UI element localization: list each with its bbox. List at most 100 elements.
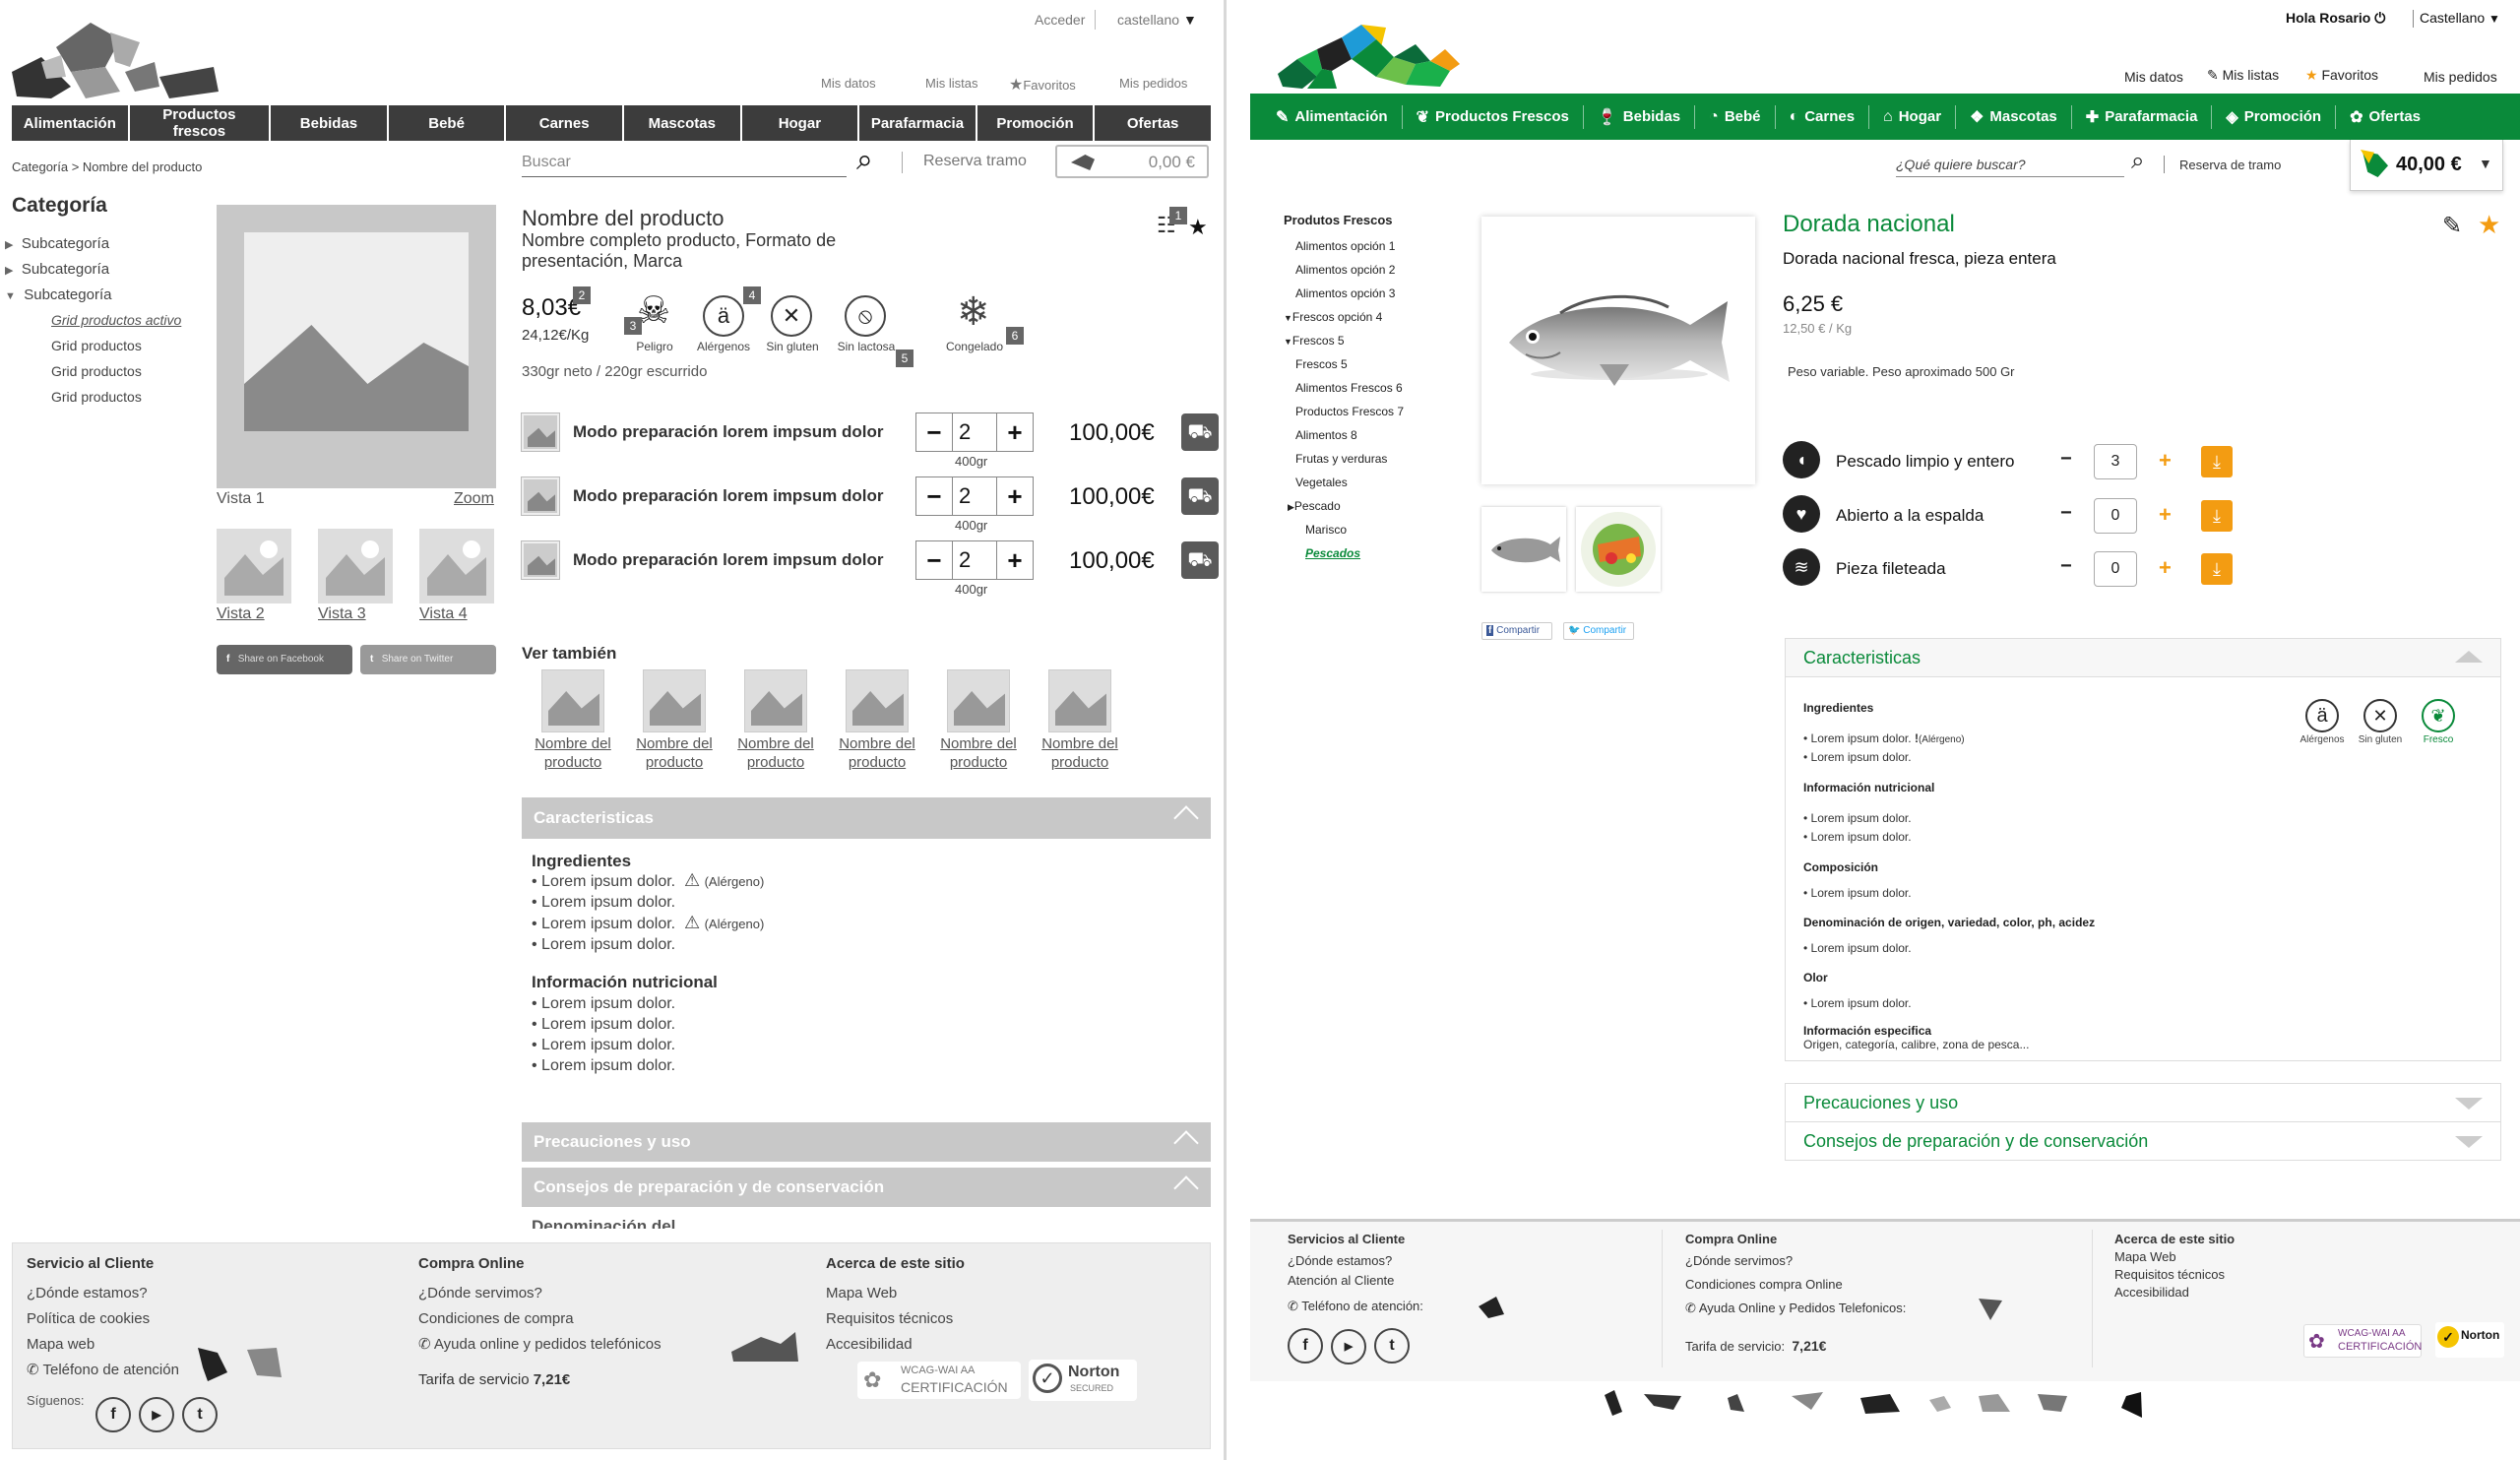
footer-link[interactable]: Mapa web bbox=[27, 1332, 179, 1358]
youtube-icon[interactable]: ▶ bbox=[1331, 1329, 1366, 1365]
norton-badge[interactable]: ✓ Norton bbox=[2435, 1322, 2504, 1358]
nav-mascotas[interactable]: Mascotas bbox=[624, 105, 742, 141]
grid-productos-link[interactable]: Grid productos bbox=[51, 336, 142, 356]
quantity-stepper[interactable]: −2 + bbox=[915, 540, 1034, 580]
sidebar-item[interactable]: ▶Pescado bbox=[1288, 499, 1341, 513]
add-to-cart-button[interactable]: ⤓ bbox=[2201, 446, 2233, 477]
sidebar-item-active[interactable]: Pescados bbox=[1305, 546, 1360, 560]
nav-ofertas[interactable]: ✿ Ofertas bbox=[2336, 105, 2434, 129]
wcag-badge[interactable]: ✿ WCAG-WAI AA CERTIFICACIÓN bbox=[857, 1362, 1021, 1399]
related-product-image[interactable] bbox=[643, 669, 706, 732]
quantity-value[interactable]: 2 bbox=[952, 413, 997, 451]
help-line[interactable]: ✆ Ayuda Online y Pedidos Telefonicos: bbox=[1685, 1299, 1906, 1318]
share-facebook-button[interactable]: f Compartir bbox=[1481, 622, 1552, 640]
precauciones-header[interactable]: Precauciones y uso bbox=[1785, 1083, 2501, 1122]
minus-button[interactable]: − bbox=[2060, 555, 2072, 578]
twitter-icon[interactable]: t bbox=[1374, 1328, 1410, 1364]
mis-listas-link[interactable]: ✎ Mis listas bbox=[2207, 67, 2279, 84]
nav-ofertas[interactable]: Ofertas bbox=[1095, 105, 1211, 141]
greeting[interactable]: Hola Rosario ⏻ bbox=[2286, 10, 2385, 27]
vista-3-link[interactable]: Vista 3 bbox=[318, 605, 366, 623]
breadcrumb[interactable]: Categoría > Nombre del producto bbox=[12, 159, 202, 174]
zoom-link[interactable]: Zoom bbox=[454, 490, 494, 508]
nav-hogar[interactable]: ⌂ Hogar bbox=[1869, 104, 1957, 129]
nav-alimentacion[interactable]: ✎ Alimentación bbox=[1250, 104, 1403, 129]
thumb-vista-3[interactable] bbox=[318, 529, 393, 603]
nav-bebe[interactable]: ◔ Bebé bbox=[1695, 104, 1776, 129]
minus-icon[interactable]: − bbox=[916, 481, 952, 512]
wcag-badge[interactable]: ✿ WCAG-WAI AA CERTIFICACIÓN bbox=[2303, 1324, 2422, 1358]
footer-link[interactable]: Mapa Web bbox=[2114, 1248, 2225, 1266]
quantity-value[interactable]: 2 bbox=[952, 477, 997, 515]
vista-4-link[interactable]: Vista 4 bbox=[419, 605, 468, 623]
nav-mascotas[interactable]: ❖ Mascotas bbox=[1956, 104, 2072, 129]
language-select[interactable]: castellano ▼ bbox=[1117, 12, 1197, 28]
mis-datos-link[interactable]: Mis datos bbox=[2124, 69, 2183, 85]
sidebar-item[interactable]: Alimentos Frescos 6 bbox=[1295, 381, 1403, 395]
footer-link[interactable]: Condiciones de compra bbox=[418, 1306, 662, 1332]
nav-productos-frescos[interactable]: ❦ Productos Frescos bbox=[1403, 104, 1584, 129]
product-image[interactable] bbox=[1481, 217, 1755, 484]
quantity-stepper[interactable]: −2 + bbox=[915, 476, 1034, 516]
share-twitter-button[interactable]: 🐦 Compartir bbox=[1563, 622, 1634, 640]
footer-link[interactable]: ¿Dónde estamos? bbox=[1288, 1251, 1423, 1271]
share-facebook-button[interactable]: f Share on Facebook bbox=[217, 645, 352, 674]
footer-link[interactable]: Atención al Cliente bbox=[1288, 1271, 1423, 1291]
reserva-tramo-link[interactable]: Reserva tramo bbox=[923, 153, 1027, 170]
related-product-image[interactable] bbox=[1048, 669, 1111, 732]
edit-list-icon[interactable]: ✎ bbox=[2442, 212, 2462, 240]
reserva-tramo-link[interactable]: Reserva de tramo bbox=[2179, 158, 2281, 172]
favoritos-link[interactable]: ★Favoritos bbox=[1009, 75, 1076, 95]
cart-button[interactable]: 0,00 € bbox=[1055, 145, 1209, 178]
subcategory-item[interactable]: ▶ Subcategoría bbox=[5, 233, 109, 256]
sidebar-item[interactable]: Frutas y verduras bbox=[1295, 452, 1387, 466]
footer-link[interactable]: Requisitos técnicos bbox=[826, 1306, 953, 1332]
sidebar-item[interactable]: Alimentos opción 2 bbox=[1295, 263, 1395, 277]
footer-link[interactable]: Accesibilidad bbox=[2114, 1284, 2225, 1301]
mis-datos-link[interactable]: Mis datos bbox=[821, 76, 876, 91]
related-product-link[interactable]: Nombre del producto bbox=[1036, 734, 1124, 772]
sidebar-item[interactable]: ▼Frescos 5 bbox=[1284, 334, 1345, 348]
footer-link[interactable]: Requisitos técnicos bbox=[2114, 1266, 2225, 1284]
nav-promocion[interactable]: ◈ Promoción bbox=[2212, 104, 2337, 129]
footer-link[interactable]: Política de cookies bbox=[27, 1306, 179, 1332]
nav-promocion[interactable]: Promoción bbox=[977, 105, 1096, 141]
consejos-header[interactable]: Consejos de preparación y de conservació… bbox=[1785, 1121, 2501, 1161]
subcategory-item[interactable]: ▶ Subcategoría bbox=[5, 259, 109, 282]
related-product-image[interactable] bbox=[541, 669, 604, 732]
consejos-header[interactable]: Consejos de preparación y de conservació… bbox=[522, 1168, 1211, 1207]
nav-alimentacion[interactable]: Alimentación bbox=[12, 105, 130, 141]
plus-button[interactable]: + bbox=[2159, 502, 2172, 528]
twitter-icon[interactable]: t bbox=[182, 1397, 218, 1432]
youtube-icon[interactable]: ▶ bbox=[139, 1397, 174, 1432]
related-product-link[interactable]: Nombre del producto bbox=[833, 734, 921, 772]
quantity-input[interactable]: 3 bbox=[2094, 444, 2137, 479]
sidebar-item[interactable]: Marisco bbox=[1305, 523, 1347, 537]
acceder-link[interactable]: Acceder bbox=[1035, 12, 1085, 28]
sidebar-item[interactable]: ▼Frescos opción 4 bbox=[1284, 310, 1382, 324]
minus-icon[interactable]: − bbox=[916, 417, 952, 448]
sidebar-item[interactable]: Alimentos opción 3 bbox=[1295, 286, 1395, 300]
search-input[interactable]: Buscar bbox=[522, 150, 847, 177]
help-line[interactable]: ✆ Ayuda online y pedidos telefónicos bbox=[418, 1332, 662, 1358]
plus-icon[interactable]: + bbox=[997, 545, 1033, 576]
nav-parafarmacia[interactable]: Parafarmacia bbox=[859, 105, 977, 141]
minus-icon[interactable]: − bbox=[916, 545, 952, 576]
grid-productos-link[interactable]: Grid productos bbox=[51, 361, 142, 382]
related-product-link[interactable]: Nombre del producto bbox=[731, 734, 820, 772]
mis-pedidos-link[interactable]: Mis pedidos bbox=[1119, 76, 1187, 91]
thumb-fish[interactable] bbox=[1481, 507, 1566, 592]
share-twitter-button[interactable]: t Share on Twitter bbox=[360, 645, 496, 674]
basket-icon[interactable]: ⛟ bbox=[1181, 541, 1219, 579]
minus-button[interactable]: − bbox=[2060, 448, 2072, 471]
subcategory-item[interactable]: ▼ Subcategoría bbox=[5, 285, 111, 307]
basket-icon[interactable]: ⛟ bbox=[1181, 413, 1219, 451]
facebook-icon[interactable]: f bbox=[1288, 1328, 1323, 1364]
precauciones-header[interactable]: Precauciones y uso bbox=[522, 1122, 1211, 1162]
favoritos-link[interactable]: ★ Favoritos bbox=[2305, 67, 2378, 84]
norton-badge[interactable]: ✓ Norton SECURED bbox=[1029, 1360, 1137, 1401]
plus-button[interactable]: + bbox=[2159, 448, 2172, 474]
footer-link[interactable]: ¿Dónde estamos? bbox=[27, 1281, 179, 1306]
favorite-star-icon[interactable]: ★ bbox=[2478, 210, 2500, 240]
language-select[interactable]: Castellano ▼ bbox=[2420, 10, 2500, 26]
